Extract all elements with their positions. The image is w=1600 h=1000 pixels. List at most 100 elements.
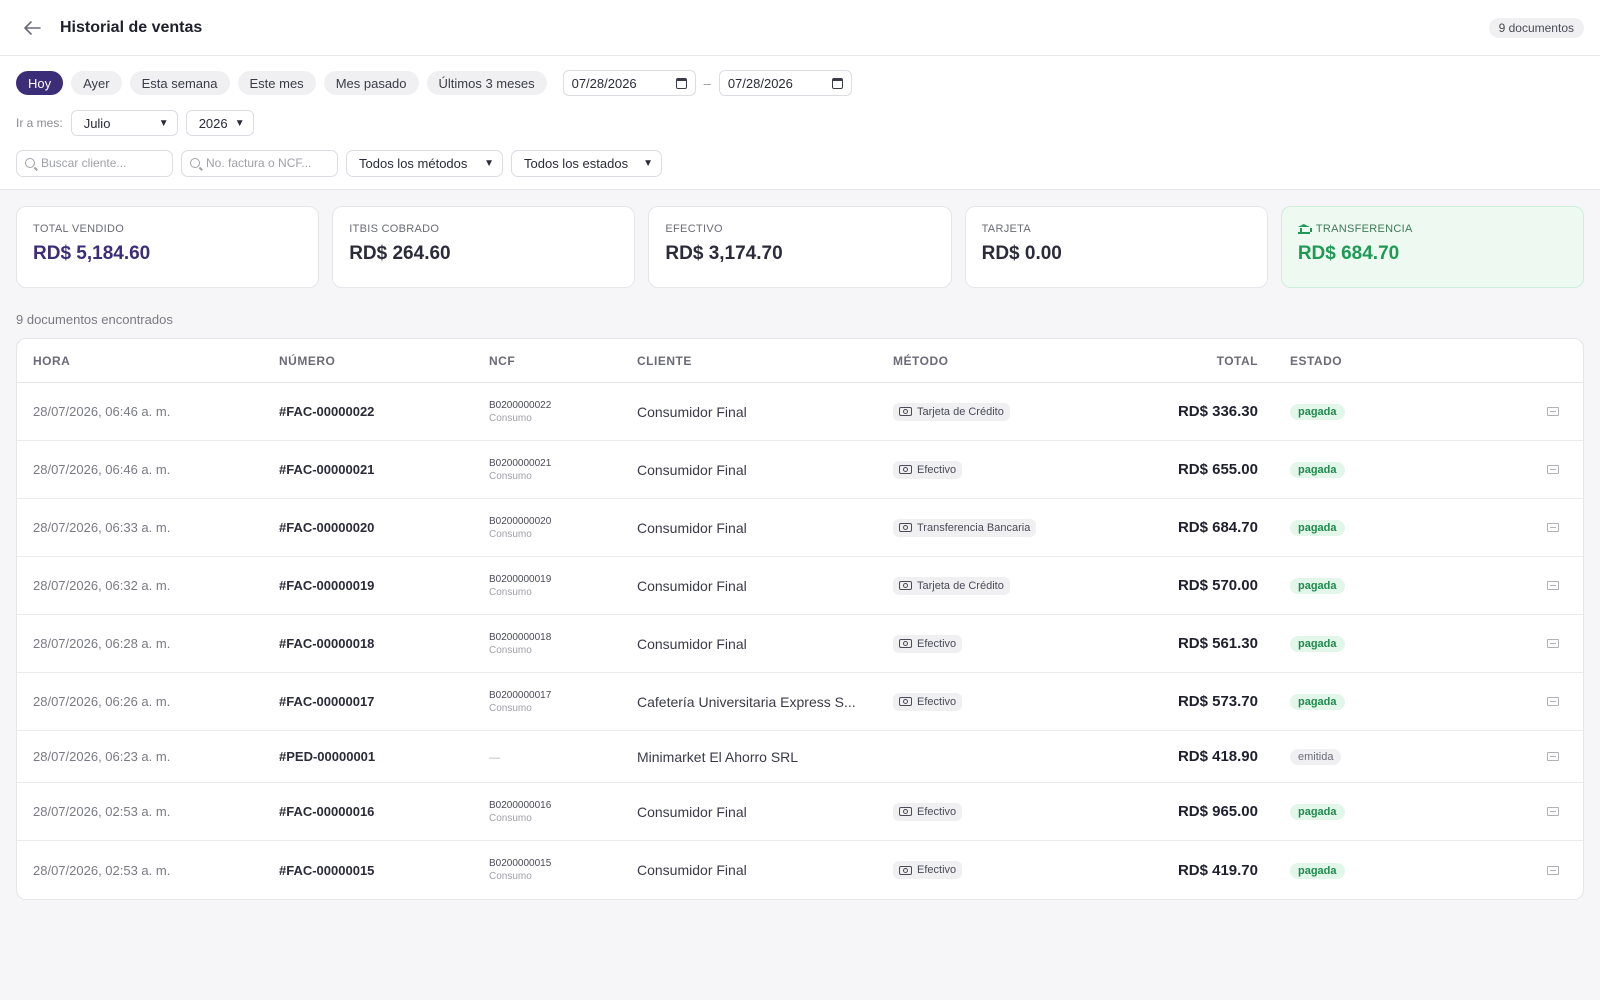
row-time: 28/07/2026, 02:53 a. m. xyxy=(33,804,171,819)
status-filter-select[interactable]: Todos los estados ▼ xyxy=(511,149,662,177)
date-to-value: 07/28/2026 xyxy=(727,75,793,91)
method-filter-value: Todos los métodos xyxy=(359,155,468,171)
row-total: RD$ 655.00 xyxy=(1177,461,1258,478)
row-method-pill: Efectivo xyxy=(893,460,963,479)
total-sold-label: TOTAL VENDIDO xyxy=(33,223,125,235)
status-filter-value: Todos los estados xyxy=(524,155,629,171)
col-ncf: NCF xyxy=(489,353,516,368)
row-total: RD$ 684.70 xyxy=(1177,519,1258,536)
table-row[interactable]: 28/07/2026, 06:28 a. m. #FAC-00000018 B020… xyxy=(17,615,1583,673)
money-icon xyxy=(899,807,912,816)
range-chip-today[interactable]: Hoy xyxy=(16,71,64,95)
itbis-value: RD$ 264.60 xyxy=(349,243,451,264)
status-badge: pagada xyxy=(1290,578,1345,594)
search-icon xyxy=(190,158,200,168)
calendar-icon[interactable] xyxy=(831,77,843,89)
card-payment-card: TARJETA RD$ 0.00 xyxy=(964,206,1268,288)
row-method: Efectivo xyxy=(917,805,957,818)
view-document-icon[interactable] xyxy=(1547,523,1559,532)
back-arrow-icon[interactable] xyxy=(20,16,44,40)
range-chip-last-3-months[interactable]: Últimos 3 meses xyxy=(426,71,547,95)
row-time: 28/07/2026, 06:32 a. m. xyxy=(33,578,171,593)
client-search-input[interactable] xyxy=(41,156,161,170)
chevron-down-icon: ▼ xyxy=(643,157,653,169)
sales-table: HORA NÚMERO NCF CLIENTE MÉTODO TOTAL EST… xyxy=(16,338,1584,900)
month-select[interactable]: Julio ▼ xyxy=(70,110,178,136)
col-total: TOTAL xyxy=(1216,353,1258,368)
view-document-icon[interactable] xyxy=(1547,752,1559,761)
status-badge: pagada xyxy=(1290,404,1345,420)
row-time: 28/07/2026, 06:26 a. m. xyxy=(33,694,171,709)
invoice-search-input[interactable] xyxy=(206,156,326,170)
row-client: Minimarket El Ahorro SRL xyxy=(637,748,799,765)
row-method: Efectivo xyxy=(917,695,957,708)
table-row[interactable]: 28/07/2026, 06:26 a. m. #FAC-00000017 B020… xyxy=(17,673,1583,731)
row-total: RD$ 965.00 xyxy=(1177,803,1258,820)
table-row[interactable]: 28/07/2026, 02:53 a. m. #FAC-00000015 B020… xyxy=(17,841,1583,899)
top-bar: Historial de ventas 9 documentos xyxy=(0,0,1600,56)
row-method-pill: Tarjeta de Crédito xyxy=(893,576,1010,595)
row-ncf-type: Consumo xyxy=(489,412,532,424)
chevron-down-icon: ▼ xyxy=(484,157,494,169)
calendar-icon[interactable] xyxy=(675,77,687,89)
view-document-icon[interactable] xyxy=(1547,639,1559,648)
table-row[interactable]: 28/07/2026, 06:46 a. m. #FAC-00000021 B020… xyxy=(17,441,1583,499)
year-select[interactable]: 2026 ▼ xyxy=(185,110,254,136)
row-number: #FAC-00000020 xyxy=(279,520,375,535)
row-ncf: B0200000015 xyxy=(489,858,552,869)
table-row[interactable]: 28/07/2026, 02:53 a. m. #FAC-00000016 B020… xyxy=(17,783,1583,841)
row-total: RD$ 336.30 xyxy=(1177,403,1258,420)
view-document-icon[interactable] xyxy=(1547,865,1559,875)
status-badge: pagada xyxy=(1290,520,1345,536)
bank-icon xyxy=(1297,224,1312,234)
itbis-card: ITBIS COBRADO RD$ 264.60 xyxy=(332,206,636,288)
range-chip-last-month[interactable]: Mes pasado xyxy=(323,71,419,95)
money-icon xyxy=(899,407,912,416)
view-document-icon[interactable] xyxy=(1547,581,1559,590)
table-row[interactable]: 28/07/2026, 06:33 a. m. #FAC-00000020 B020… xyxy=(17,499,1583,557)
table-row[interactable]: 28/07/2026, 06:46 a. m. #FAC-00000022 B020… xyxy=(17,383,1583,441)
money-icon xyxy=(899,865,912,875)
goto-month-label: Ir a mes: xyxy=(16,116,63,130)
range-chip-this-week[interactable]: Esta semana xyxy=(129,71,230,95)
table-row[interactable]: 28/07/2026, 06:23 a. m. #PED-00000001 — Min… xyxy=(17,731,1583,783)
range-chip-this-month[interactable]: Este mes xyxy=(237,71,316,95)
row-ncf: B0200000017 xyxy=(489,689,552,701)
row-number: #FAC-00000021 xyxy=(279,462,375,477)
row-client: Cafetería Universitaria Express S... xyxy=(637,693,856,710)
row-ncf: B0200000022 xyxy=(489,399,552,411)
row-number: #FAC-00000015 xyxy=(279,862,375,878)
row-total: RD$ 418.90 xyxy=(1177,748,1258,765)
col-hora: HORA xyxy=(33,353,71,368)
date-from-value: 07/28/2026 xyxy=(571,75,637,91)
col-metodo: MÉTODO xyxy=(893,353,949,368)
invoice-search-box[interactable] xyxy=(181,149,338,177)
view-document-icon[interactable] xyxy=(1547,807,1559,816)
client-search-box[interactable] xyxy=(16,149,173,177)
row-ncf: B0200000020 xyxy=(489,515,552,527)
view-document-icon[interactable] xyxy=(1547,465,1559,474)
status-badge: emitida xyxy=(1290,749,1342,765)
date-from-input[interactable]: 07/28/2026 xyxy=(562,70,696,96)
row-time: 28/07/2026, 02:53 a. m. xyxy=(33,862,171,878)
filters-panel: Hoy Ayer Esta semana Este mes Mes pasado… xyxy=(0,56,1600,190)
search-icon xyxy=(25,158,35,168)
row-ncf: B0200000018 xyxy=(489,631,552,643)
method-filter-select[interactable]: Todos los métodos ▼ xyxy=(346,149,503,177)
row-method: Efectivo xyxy=(917,864,957,876)
view-document-icon[interactable] xyxy=(1547,697,1559,706)
row-ncf: B0200000019 xyxy=(489,573,552,585)
col-cliente: CLIENTE xyxy=(637,353,692,368)
row-number: #FAC-00000022 xyxy=(279,404,375,419)
row-time: 28/07/2026, 06:33 a. m. xyxy=(33,520,171,535)
chevron-down-icon: ▼ xyxy=(234,117,245,129)
view-document-icon[interactable] xyxy=(1547,407,1559,416)
range-chip-yesterday[interactable]: Ayer xyxy=(71,71,122,95)
table-row[interactable]: 28/07/2026, 06:32 a. m. #FAC-00000019 B020… xyxy=(17,557,1583,615)
date-to-input[interactable]: 07/28/2026 xyxy=(718,70,852,96)
row-method: Efectivo xyxy=(917,637,957,650)
money-icon xyxy=(899,697,912,706)
money-icon xyxy=(899,465,912,474)
row-method: Tarjeta de Crédito xyxy=(917,405,1004,418)
search-row: Todos los métodos ▼ Todos los estados ▼ xyxy=(16,149,1584,177)
